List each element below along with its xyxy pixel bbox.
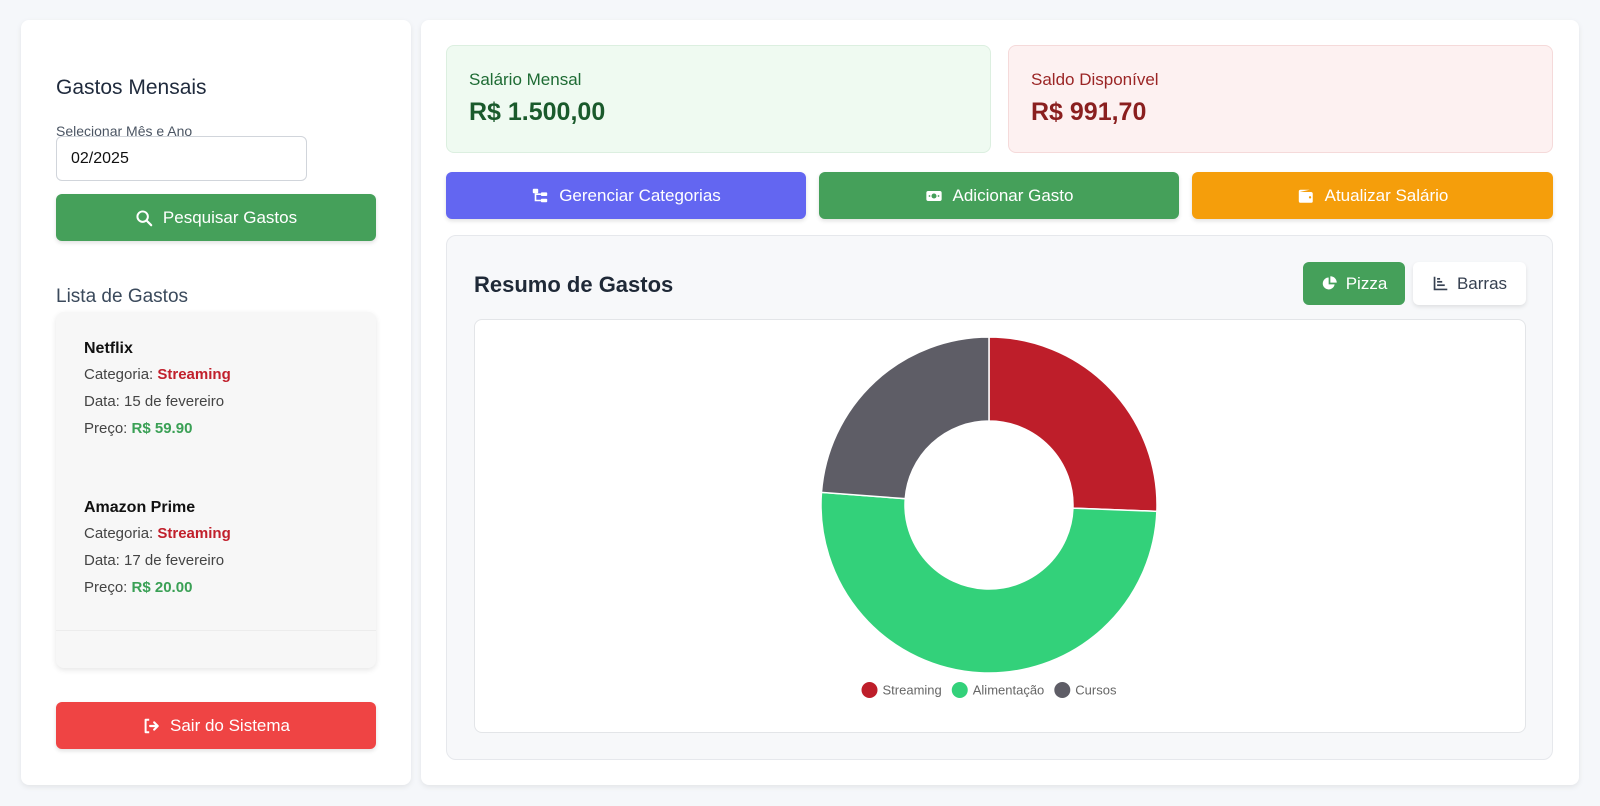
legend-swatch: [861, 682, 878, 698]
sidebar-title: Gastos Mensais: [56, 76, 207, 99]
sitemap-icon: [533, 188, 548, 202]
category-prefix: Categoria:: [84, 525, 158, 542]
balance-card: Saldo Disponível R$ 991,70: [1008, 45, 1553, 153]
expense-price: Preço: R$ 59.90: [84, 420, 192, 437]
price-prefix: Preço:: [84, 579, 132, 596]
expense-category: Categoria: Streaming: [84, 366, 231, 383]
month-year-input[interactable]: [56, 136, 307, 181]
logout-label: Sair do Sistema: [170, 715, 290, 735]
balance-label: Saldo Disponível: [1031, 70, 1159, 89]
slice-cursos[interactable]: [820, 336, 990, 500]
doughnut-chart: Streaming Alimentação Cursos: [820, 336, 1158, 698]
legend-swatch: [951, 682, 968, 698]
add-expense-label: Adicionar Gasto: [952, 185, 1074, 205]
legend-label[interactable]: Cursos: [1075, 683, 1117, 698]
sidebar: Gastos Mensais Selecionar Mês e Ano Pesq…: [21, 20, 411, 785]
main-panel: Salário Mensal R$ 1.500,00 Saldo Disponí…: [421, 20, 1579, 785]
expense-category: Categoria: Streaming: [84, 525, 231, 542]
chart-container: Streaming Alimentação Cursos: [474, 319, 1526, 733]
bar-chart-toggle[interactable]: Barras: [1413, 262, 1526, 305]
category-value: Streaming: [157, 525, 231, 542]
expense-list-title: Lista de Gastos: [56, 286, 189, 307]
expense-list: Netflix Categoria: Streaming Data: 15 de…: [56, 312, 376, 668]
slice-alimentação[interactable]: [820, 491, 1158, 674]
salary-label: Salário Mensal: [469, 70, 582, 89]
money-bill-icon: [925, 190, 942, 201]
chart-pie-icon: [1322, 276, 1337, 290]
legend-label[interactable]: Streaming: [883, 683, 942, 698]
bar-chart-label: Barras: [1456, 273, 1508, 293]
add-expense-button[interactable]: Adicionar Gasto: [819, 172, 1179, 219]
wallet-icon: [1298, 189, 1313, 203]
summary-title: Resumo de Gastos: [474, 272, 674, 297]
expense-date: Data: 15 de fevereiro: [84, 393, 225, 410]
salary-value: R$ 1.500,00: [469, 98, 606, 126]
expense-summary-panel: Resumo de Gastos Pizza Barras Streaming A…: [446, 235, 1553, 760]
pie-chart-label: Pizza: [1345, 273, 1388, 293]
list-item[interactable]: Amazon Prime Categoria: Streaming Data: …: [56, 471, 376, 631]
price-prefix: Preço:: [84, 420, 132, 437]
update-salary-label: Atualizar Salário: [1324, 185, 1449, 205]
expense-date: Data: 17 de fevereiro: [84, 552, 225, 569]
update-salary-button[interactable]: Atualizar Salário: [1192, 172, 1553, 219]
balance-value: R$ 991,70: [1031, 98, 1147, 126]
search-expenses-button[interactable]: Pesquisar Gastos: [56, 194, 376, 241]
expense-name: Netflix: [84, 340, 133, 357]
search-expenses-label: Pesquisar Gastos: [162, 207, 298, 227]
salary-card: Salário Mensal R$ 1.500,00: [446, 45, 991, 153]
manage-categories-button[interactable]: Gerenciar Categorias: [446, 172, 806, 219]
expense-price: Preço: R$ 20.00: [84, 579, 192, 596]
manage-categories-label: Gerenciar Categorias: [559, 185, 721, 205]
category-prefix: Categoria:: [84, 366, 158, 383]
sign-out-icon: [144, 718, 159, 733]
slice-streaming[interactable]: [988, 336, 1158, 513]
list-item[interactable]: Netflix Categoria: Streaming Data: 15 de…: [56, 312, 376, 472]
price-value: R$ 20.00: [131, 579, 193, 596]
category-value: Streaming: [157, 366, 231, 383]
expense-name: Amazon Prime: [84, 499, 196, 516]
price-value: R$ 59.90: [131, 420, 193, 437]
chart-bar-icon: [1433, 276, 1448, 291]
search-icon: [136, 209, 153, 226]
pie-chart-toggle[interactable]: Pizza: [1303, 262, 1405, 305]
logout-button[interactable]: Sair do Sistema: [56, 702, 376, 749]
legend-label[interactable]: Alimentação: [973, 683, 1045, 698]
legend-swatch: [1054, 682, 1071, 698]
